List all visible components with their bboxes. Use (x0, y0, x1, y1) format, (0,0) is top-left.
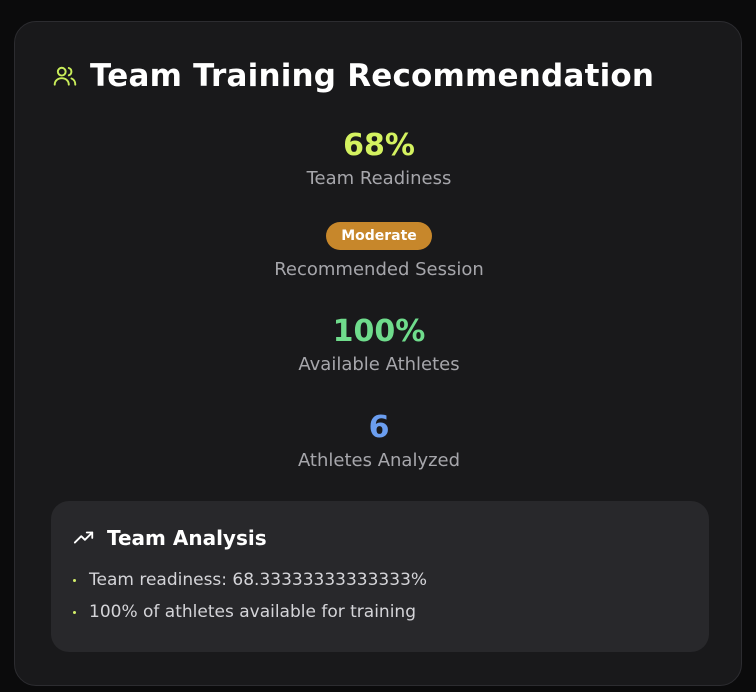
team-analysis-list: Team readiness: 68.33333333333333% 100% … (73, 569, 427, 633)
team-analysis-panel: Team Analysis Team readiness: 68.3333333… (51, 501, 709, 652)
bullet-dot-icon (73, 610, 76, 614)
card-title: Team Training Recommendation (90, 58, 655, 94)
session-intensity-badge: Moderate (326, 222, 432, 250)
athletes-analyzed-value: 6 (368, 410, 390, 445)
available-athletes-stat: 100% Available Athletes (15, 314, 743, 377)
team-analysis-item-text: Team readiness: 68.33333333333333% (89, 570, 428, 590)
team-analysis-item-text: 100% of athletes available for training (89, 602, 416, 622)
team-readiness-stat: 68% Team Readiness (15, 128, 743, 191)
athletes-analyzed-label: Athletes Analyzed (297, 450, 461, 471)
team-readiness-label: Team Readiness (306, 168, 452, 189)
athletes-analyzed-stat: 6 Athletes Analyzed (15, 410, 743, 473)
list-item: 100% of athletes available for training (73, 601, 427, 623)
list-item: Team readiness: 68.33333333333333% (73, 569, 427, 591)
team-readiness-value: 68% (343, 128, 415, 163)
users-icon (52, 63, 78, 89)
team-analysis-header: Team Analysis (73, 526, 267, 550)
recommended-session-label: Recommended Session (274, 259, 484, 280)
bullet-dot-icon (73, 578, 76, 582)
card-header: Team Training Recommendation (52, 56, 654, 96)
available-athletes-label: Available Athletes (298, 354, 460, 375)
training-recommendation-card: Team Training Recommendation 68% Team Re… (14, 21, 742, 686)
team-analysis-title: Team Analysis (107, 526, 267, 550)
recommended-session-stat: Moderate Recommended Session (15, 222, 743, 282)
trending-up-icon (73, 527, 95, 549)
available-athletes-value: 100% (332, 314, 426, 349)
